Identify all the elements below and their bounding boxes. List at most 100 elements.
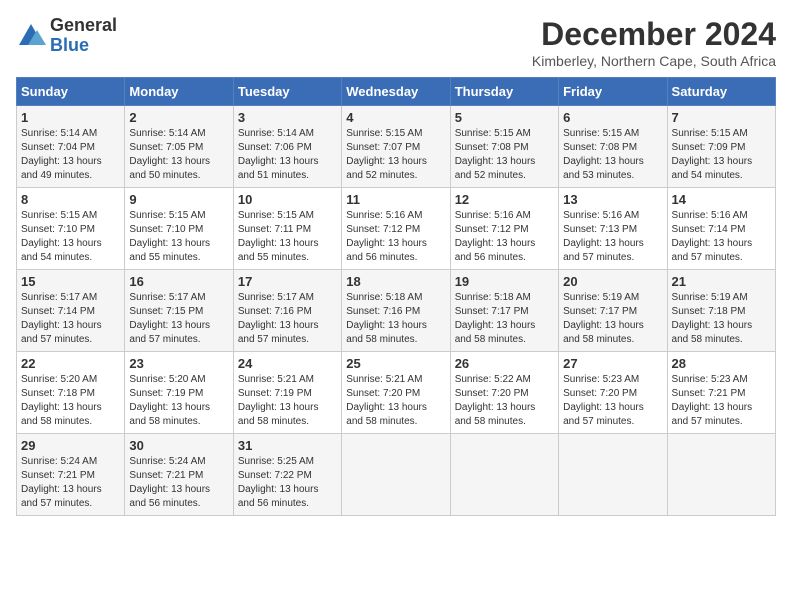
calendar-cell: 21 Sunrise: 5:19 AMSunset: 7:18 PMDaylig… [667, 270, 775, 352]
day-number: 7 [672, 110, 771, 125]
day-number: 6 [563, 110, 662, 125]
calendar-cell: 12 Sunrise: 5:16 AMSunset: 7:12 PMDaylig… [450, 188, 558, 270]
calendar-week-2: 15 Sunrise: 5:17 AMSunset: 7:14 PMDaylig… [17, 270, 776, 352]
logo: General Blue [16, 16, 117, 56]
calendar-table: Sunday Monday Tuesday Wednesday Thursday… [16, 77, 776, 516]
day-number: 29 [21, 438, 120, 453]
calendar-cell [559, 434, 667, 516]
calendar-cell: 26 Sunrise: 5:22 AMSunset: 7:20 PMDaylig… [450, 352, 558, 434]
day-info: Sunrise: 5:15 AMSunset: 7:09 PMDaylight:… [672, 127, 771, 183]
calendar-cell: 4 Sunrise: 5:15 AMSunset: 7:07 PMDayligh… [342, 106, 450, 188]
calendar-cell: 25 Sunrise: 5:21 AMSunset: 7:20 PMDaylig… [342, 352, 450, 434]
header-monday: Monday [125, 78, 233, 106]
calendar-week-4: 29 Sunrise: 5:24 AMSunset: 7:21 PMDaylig… [17, 434, 776, 516]
calendar-cell: 18 Sunrise: 5:18 AMSunset: 7:16 PMDaylig… [342, 270, 450, 352]
calendar-cell: 14 Sunrise: 5:16 AMSunset: 7:14 PMDaylig… [667, 188, 775, 270]
day-number: 23 [129, 356, 228, 371]
day-number: 27 [563, 356, 662, 371]
calendar-cell: 9 Sunrise: 5:15 AMSunset: 7:10 PMDayligh… [125, 188, 233, 270]
main-title: December 2024 [532, 16, 776, 53]
header-saturday: Saturday [667, 78, 775, 106]
calendar-cell [667, 434, 775, 516]
subtitle: Kimberley, Northern Cape, South Africa [532, 53, 776, 69]
calendar-cell: 6 Sunrise: 5:15 AMSunset: 7:08 PMDayligh… [559, 106, 667, 188]
day-number: 1 [21, 110, 120, 125]
header-wednesday: Wednesday [342, 78, 450, 106]
day-number: 8 [21, 192, 120, 207]
day-number: 10 [238, 192, 337, 207]
day-info: Sunrise: 5:17 AMSunset: 7:15 PMDaylight:… [129, 291, 228, 347]
calendar-cell: 27 Sunrise: 5:23 AMSunset: 7:20 PMDaylig… [559, 352, 667, 434]
day-info: Sunrise: 5:14 AMSunset: 7:05 PMDaylight:… [129, 127, 228, 183]
calendar-cell: 7 Sunrise: 5:15 AMSunset: 7:09 PMDayligh… [667, 106, 775, 188]
day-number: 21 [672, 274, 771, 289]
day-number: 13 [563, 192, 662, 207]
calendar-cell: 23 Sunrise: 5:20 AMSunset: 7:19 PMDaylig… [125, 352, 233, 434]
day-info: Sunrise: 5:23 AMSunset: 7:20 PMDaylight:… [563, 373, 662, 429]
day-number: 26 [455, 356, 554, 371]
day-info: Sunrise: 5:17 AMSunset: 7:14 PMDaylight:… [21, 291, 120, 347]
day-info: Sunrise: 5:25 AMSunset: 7:22 PMDaylight:… [238, 455, 337, 511]
day-info: Sunrise: 5:23 AMSunset: 7:21 PMDaylight:… [672, 373, 771, 429]
day-info: Sunrise: 5:24 AMSunset: 7:21 PMDaylight:… [129, 455, 228, 511]
day-info: Sunrise: 5:21 AMSunset: 7:19 PMDaylight:… [238, 373, 337, 429]
day-number: 5 [455, 110, 554, 125]
logo-text: General Blue [50, 16, 117, 56]
logo-icon [16, 21, 46, 51]
calendar-cell: 16 Sunrise: 5:17 AMSunset: 7:15 PMDaylig… [125, 270, 233, 352]
header-thursday: Thursday [450, 78, 558, 106]
header-friday: Friday [559, 78, 667, 106]
day-number: 12 [455, 192, 554, 207]
day-info: Sunrise: 5:20 AMSunset: 7:19 PMDaylight:… [129, 373, 228, 429]
calendar-cell: 5 Sunrise: 5:15 AMSunset: 7:08 PMDayligh… [450, 106, 558, 188]
day-number: 25 [346, 356, 445, 371]
calendar-cell: 22 Sunrise: 5:20 AMSunset: 7:18 PMDaylig… [17, 352, 125, 434]
day-info: Sunrise: 5:21 AMSunset: 7:20 PMDaylight:… [346, 373, 445, 429]
day-number: 20 [563, 274, 662, 289]
calendar-cell: 8 Sunrise: 5:15 AMSunset: 7:10 PMDayligh… [17, 188, 125, 270]
header-row: Sunday Monday Tuesday Wednesday Thursday… [17, 78, 776, 106]
day-info: Sunrise: 5:24 AMSunset: 7:21 PMDaylight:… [21, 455, 120, 511]
calendar-cell: 28 Sunrise: 5:23 AMSunset: 7:21 PMDaylig… [667, 352, 775, 434]
day-info: Sunrise: 5:19 AMSunset: 7:17 PMDaylight:… [563, 291, 662, 347]
day-number: 16 [129, 274, 228, 289]
day-number: 30 [129, 438, 228, 453]
day-info: Sunrise: 5:18 AMSunset: 7:16 PMDaylight:… [346, 291, 445, 347]
day-info: Sunrise: 5:16 AMSunset: 7:12 PMDaylight:… [346, 209, 445, 265]
calendar-cell: 17 Sunrise: 5:17 AMSunset: 7:16 PMDaylig… [233, 270, 341, 352]
calendar-week-0: 1 Sunrise: 5:14 AMSunset: 7:04 PMDayligh… [17, 106, 776, 188]
title-area: December 2024 Kimberley, Northern Cape, … [532, 16, 776, 69]
day-number: 19 [455, 274, 554, 289]
day-number: 9 [129, 192, 228, 207]
calendar-week-3: 22 Sunrise: 5:20 AMSunset: 7:18 PMDaylig… [17, 352, 776, 434]
day-info: Sunrise: 5:16 AMSunset: 7:12 PMDaylight:… [455, 209, 554, 265]
calendar-cell: 15 Sunrise: 5:17 AMSunset: 7:14 PMDaylig… [17, 270, 125, 352]
calendar-week-1: 8 Sunrise: 5:15 AMSunset: 7:10 PMDayligh… [17, 188, 776, 270]
day-number: 28 [672, 356, 771, 371]
calendar-header: Sunday Monday Tuesday Wednesday Thursday… [17, 78, 776, 106]
day-number: 11 [346, 192, 445, 207]
calendar-cell: 1 Sunrise: 5:14 AMSunset: 7:04 PMDayligh… [17, 106, 125, 188]
day-info: Sunrise: 5:17 AMSunset: 7:16 PMDaylight:… [238, 291, 337, 347]
day-number: 17 [238, 274, 337, 289]
calendar-cell: 3 Sunrise: 5:14 AMSunset: 7:06 PMDayligh… [233, 106, 341, 188]
calendar-cell: 13 Sunrise: 5:16 AMSunset: 7:13 PMDaylig… [559, 188, 667, 270]
day-info: Sunrise: 5:18 AMSunset: 7:17 PMDaylight:… [455, 291, 554, 347]
day-info: Sunrise: 5:15 AMSunset: 7:11 PMDaylight:… [238, 209, 337, 265]
day-number: 31 [238, 438, 337, 453]
calendar-cell [342, 434, 450, 516]
day-info: Sunrise: 5:22 AMSunset: 7:20 PMDaylight:… [455, 373, 554, 429]
day-info: Sunrise: 5:16 AMSunset: 7:13 PMDaylight:… [563, 209, 662, 265]
day-info: Sunrise: 5:15 AMSunset: 7:08 PMDaylight:… [563, 127, 662, 183]
day-number: 18 [346, 274, 445, 289]
calendar-cell: 30 Sunrise: 5:24 AMSunset: 7:21 PMDaylig… [125, 434, 233, 516]
calendar-cell: 20 Sunrise: 5:19 AMSunset: 7:17 PMDaylig… [559, 270, 667, 352]
day-number: 3 [238, 110, 337, 125]
calendar-cell: 29 Sunrise: 5:24 AMSunset: 7:21 PMDaylig… [17, 434, 125, 516]
header-tuesday: Tuesday [233, 78, 341, 106]
day-number: 4 [346, 110, 445, 125]
logo-general: General [50, 16, 117, 36]
calendar-body: 1 Sunrise: 5:14 AMSunset: 7:04 PMDayligh… [17, 106, 776, 516]
day-info: Sunrise: 5:14 AMSunset: 7:04 PMDaylight:… [21, 127, 120, 183]
day-number: 22 [21, 356, 120, 371]
